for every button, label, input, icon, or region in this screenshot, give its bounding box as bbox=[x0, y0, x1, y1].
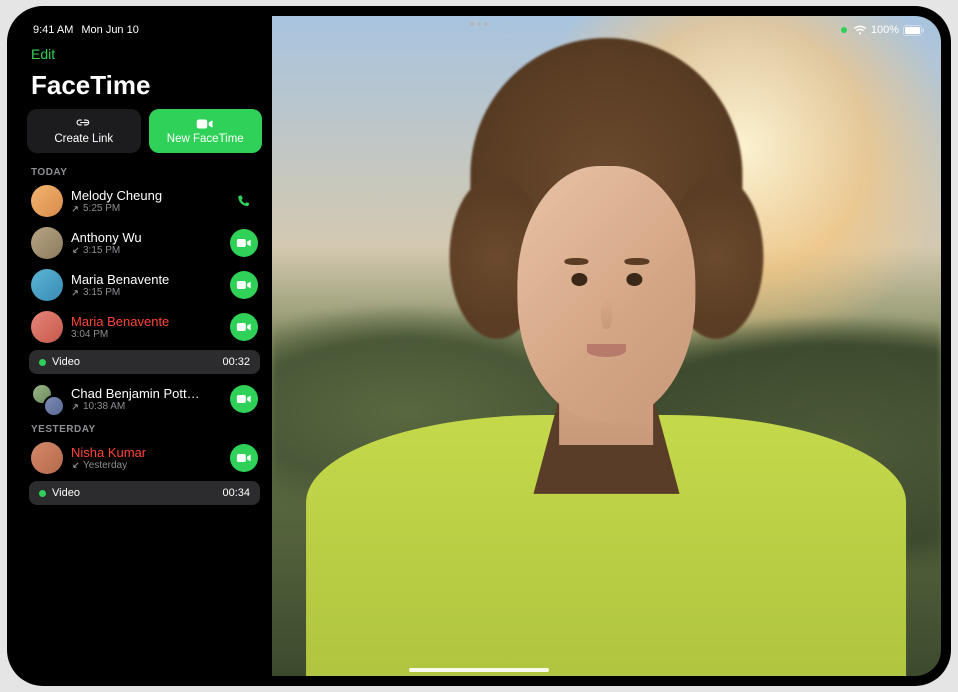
battery-percent: 100% bbox=[871, 24, 899, 36]
edit-button[interactable]: Edit bbox=[27, 44, 262, 64]
camera-preview[interactable] bbox=[272, 16, 941, 676]
camera-dot-icon bbox=[841, 27, 847, 33]
phone-call-button[interactable] bbox=[230, 187, 258, 215]
outgoing-icon bbox=[71, 402, 80, 411]
status-time: 9:41 AM bbox=[33, 24, 73, 36]
voicemail-chip[interactable]: Video 00:34 bbox=[29, 481, 260, 505]
outgoing-icon bbox=[71, 204, 80, 213]
ipad-frame: 9:41 AM Mon Jun 10 100% Edit FaceTime bbox=[7, 6, 951, 686]
video-call-button[interactable] bbox=[230, 444, 258, 472]
avatar bbox=[31, 269, 63, 301]
avatar bbox=[31, 227, 63, 259]
call-list-yesterday: Nisha Kumar Yesterday Video bbox=[27, 437, 262, 509]
call-meta: 3:15 PM bbox=[71, 245, 222, 256]
video-icon bbox=[236, 319, 252, 335]
call-meta: 5:25 PM bbox=[71, 203, 222, 214]
outgoing-icon bbox=[71, 288, 80, 297]
chip-label: Video bbox=[52, 487, 80, 499]
home-indicator[interactable] bbox=[409, 668, 549, 672]
section-today: TODAY bbox=[27, 163, 262, 180]
video-call-button[interactable] bbox=[230, 313, 258, 341]
incoming-icon bbox=[71, 246, 80, 255]
battery-icon bbox=[903, 25, 925, 36]
status-date: Mon Jun 10 bbox=[81, 24, 138, 36]
wifi-icon bbox=[853, 25, 867, 35]
sidebar: Edit FaceTime Create Link New FaceTime T… bbox=[17, 16, 272, 676]
video-call-button[interactable] bbox=[230, 385, 258, 413]
new-facetime-label: New FaceTime bbox=[167, 133, 244, 145]
call-meta: Yesterday bbox=[71, 460, 222, 471]
unread-dot-icon bbox=[39, 359, 46, 366]
app-title: FaceTime bbox=[27, 70, 262, 109]
call-meta: 10:38 AM bbox=[71, 401, 222, 412]
screen: 9:41 AM Mon Jun 10 100% Edit FaceTime bbox=[17, 16, 941, 676]
call-name: Anthony Wu bbox=[71, 230, 222, 245]
call-item[interactable]: Chad Benjamin Pott… 10:38 AM bbox=[27, 378, 262, 420]
video-icon bbox=[236, 277, 252, 293]
video-call-button[interactable] bbox=[230, 229, 258, 257]
call-meta: 3:15 PM bbox=[71, 287, 222, 298]
call-item[interactable]: Maria Benavente 3:04 PM bbox=[27, 306, 262, 348]
call-name-missed: Maria Benavente bbox=[71, 314, 222, 329]
call-name: Chad Benjamin Pott… bbox=[71, 386, 222, 401]
call-item[interactable]: Maria Benavente 3:15 PM bbox=[27, 264, 262, 306]
phone-icon bbox=[236, 193, 252, 209]
self-view-person bbox=[346, 69, 868, 676]
video-call-button[interactable] bbox=[230, 271, 258, 299]
create-link-button[interactable]: Create Link bbox=[27, 109, 141, 153]
chip-duration: 00:34 bbox=[222, 487, 250, 499]
call-meta: 3:04 PM bbox=[71, 329, 222, 340]
video-icon bbox=[236, 391, 252, 407]
call-name: Maria Benavente bbox=[71, 272, 222, 287]
status-bar: 9:41 AM Mon Jun 10 100% bbox=[17, 16, 941, 40]
link-icon bbox=[75, 117, 93, 131]
call-name-missed: Nisha Kumar bbox=[71, 445, 222, 460]
call-item[interactable]: Anthony Wu 3:15 PM bbox=[27, 222, 262, 264]
avatar bbox=[31, 442, 63, 474]
unread-dot-icon bbox=[39, 490, 46, 497]
avatar bbox=[31, 185, 63, 217]
call-list-today: Melody Cheung 5:25 PM Anthony Wu bbox=[27, 180, 262, 420]
chip-duration: 00:32 bbox=[222, 356, 250, 368]
video-icon bbox=[236, 235, 252, 251]
incoming-icon bbox=[71, 461, 80, 470]
video-icon bbox=[236, 450, 252, 466]
avatar-group bbox=[31, 383, 63, 415]
new-facetime-button[interactable]: New FaceTime bbox=[149, 109, 263, 153]
call-item[interactable]: Nisha Kumar Yesterday bbox=[27, 437, 262, 479]
section-yesterday: YESTERDAY bbox=[27, 420, 262, 437]
multitask-dots[interactable] bbox=[470, 22, 488, 26]
call-name: Melody Cheung bbox=[71, 188, 222, 203]
call-item[interactable]: Melody Cheung 5:25 PM bbox=[27, 180, 262, 222]
avatar bbox=[31, 311, 63, 343]
video-icon bbox=[196, 117, 214, 131]
voicemail-chip[interactable]: Video 00:32 bbox=[29, 350, 260, 374]
create-link-label: Create Link bbox=[54, 133, 113, 145]
chip-label: Video bbox=[52, 356, 80, 368]
